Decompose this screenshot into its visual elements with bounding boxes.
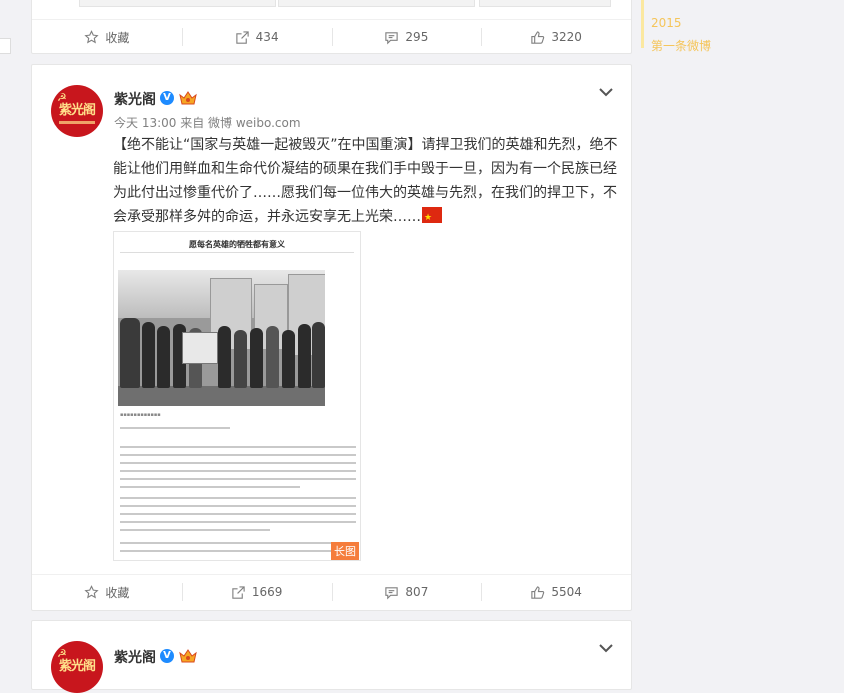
favorite-button[interactable]: 收藏: [32, 575, 182, 609]
verified-badge-icon[interactable]: V: [160, 91, 174, 105]
next-post-card: ☭ 紫光阁 紫光阁 V: [31, 620, 632, 693]
like-button[interactable]: 5504: [481, 575, 631, 609]
repost-count: 434: [255, 30, 279, 44]
like-count: 5504: [551, 585, 582, 599]
share-icon: [232, 585, 245, 599]
text-line: [120, 446, 356, 448]
long-image[interactable]: 愿每名英雄的牺牲都有意义 ▪▪▪▪▪▪▪▪▪▪▪▪ 长图: [113, 231, 361, 561]
timeline-nav: 2015 第一条微博: [641, 0, 841, 60]
chevron-down-icon[interactable]: [599, 87, 613, 97]
left-edge-panel: [0, 0, 11, 675]
avatar-logo: 紫光阁: [58, 659, 96, 674]
previous-post-image-strip: [79, 0, 639, 7]
verified-badge-icon[interactable]: V: [160, 649, 174, 663]
timeline-year[interactable]: 2015: [651, 16, 682, 30]
text-line: [120, 521, 356, 523]
post-body: 【绝不能让“国家与英雄一起被毁灭”在中国重演】请捍卫我们的英雄和先烈，绝不能让他…: [113, 137, 618, 225]
text-line: [120, 529, 270, 531]
thumbs-up-icon: [531, 30, 545, 44]
favorite-button[interactable]: 收藏: [32, 20, 182, 54]
comment-icon: [385, 586, 399, 599]
comment-button[interactable]: 807: [331, 575, 482, 609]
star-icon: [84, 584, 99, 598]
text-line: [120, 550, 356, 552]
post-action-bar: 收藏 1669 807 5504: [32, 574, 631, 609]
timeline-bar: [641, 0, 644, 48]
thumbs-up-icon: [531, 585, 545, 599]
share-icon: [235, 30, 249, 44]
star-icon: [84, 29, 99, 43]
favorite-label: 收藏: [105, 30, 130, 45]
long-image-title: 愿每名英雄的牺牲都有意义: [189, 240, 285, 249]
text-line: [120, 513, 356, 515]
text-line: [120, 454, 356, 456]
avatar[interactable]: ☭ 紫光阁: [51, 641, 103, 693]
previous-post-card: 收藏 434 295 3220: [31, 0, 632, 54]
text-line: [120, 486, 300, 488]
like-button[interactable]: 3220: [481, 20, 631, 54]
text-line: [120, 427, 230, 429]
long-image-divider: [120, 252, 354, 253]
historical-photo: [118, 270, 325, 406]
weibo-post-card: ☭ 紫光阁 紫光阁 V 今天 13:00 来自 微博 weibo.com 【绝不…: [31, 64, 632, 611]
avatar-site-strip: [59, 121, 95, 124]
username-link[interactable]: 紫光阁: [114, 89, 156, 109]
text-line: [120, 470, 356, 472]
crown-icon[interactable]: [179, 649, 197, 663]
text-line: [120, 505, 356, 507]
crown-icon[interactable]: [179, 91, 197, 105]
chevron-down-icon[interactable]: [599, 643, 613, 653]
username-link[interactable]: 紫光阁: [114, 647, 156, 667]
text-line: [120, 478, 356, 480]
timeline-first-post[interactable]: 第一条微博: [651, 37, 711, 54]
long-image-badge: 长图: [331, 542, 359, 560]
left-panel-tab[interactable]: [0, 38, 11, 54]
text-line: [120, 542, 356, 544]
repost-button[interactable]: 1669: [181, 575, 332, 609]
like-count: 3220: [551, 30, 582, 44]
text-line: [120, 497, 356, 499]
favorite-label: 收藏: [105, 585, 130, 600]
post-meta: 今天 13:00 来自 微博 weibo.com: [114, 116, 301, 130]
previous-post-action-bar: 收藏 434 295 3220: [32, 19, 631, 54]
comment-button[interactable]: 295: [331, 20, 482, 54]
photo-caption: ▪▪▪▪▪▪▪▪▪▪▪▪: [120, 412, 161, 418]
repost-button[interactable]: 434: [181, 20, 332, 54]
comment-count: 807: [405, 585, 429, 599]
comment-count: 295: [405, 30, 429, 44]
comment-icon: [385, 31, 399, 44]
china-flag-icon: [422, 206, 442, 230]
text-line: [120, 462, 356, 464]
avatar[interactable]: ☭ 紫光阁: [51, 85, 103, 137]
avatar-logo: 紫光阁: [58, 103, 96, 118]
repost-count: 1669: [251, 585, 283, 599]
post-text: 【绝不能让“国家与英雄一起被毁灭”在中国重演】请捍卫我们的英雄和先烈，绝不能让他…: [113, 133, 618, 230]
